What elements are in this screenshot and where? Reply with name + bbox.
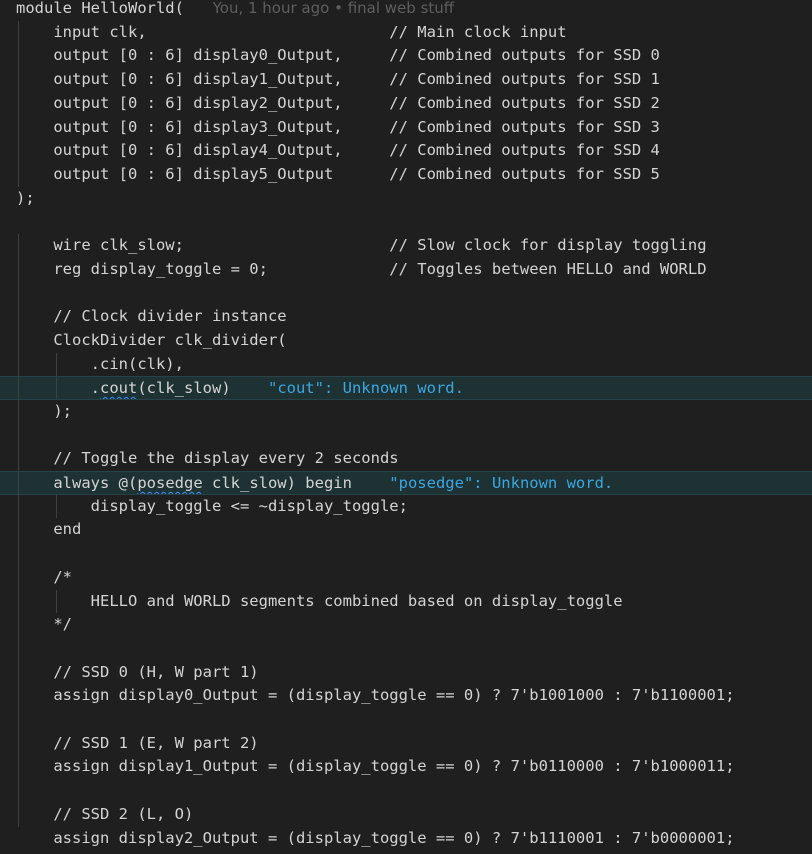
code-line[interactable]: // SSD 1 (E, W part 2) bbox=[0, 732, 812, 756]
code-line[interactable]: input clk, // Main clock input bbox=[0, 21, 812, 45]
code-text: wire clk_slow; // Slow clock for display… bbox=[16, 236, 707, 254]
code-text: assign display1_Output = (display_toggle… bbox=[16, 757, 735, 776]
code-text: module HelloWorld( bbox=[16, 0, 184, 17]
code-line[interactable]: end bbox=[0, 518, 812, 542]
code-text: HELLO and WORLD segments combined based … bbox=[16, 591, 623, 610]
code-line[interactable]: assign display0_Output = (display_toggle… bbox=[0, 684, 812, 708]
misspelled-word[interactable]: cout bbox=[100, 379, 137, 397]
code-line[interactable]: wire clk_slow; // Slow clock for display… bbox=[0, 234, 812, 258]
indent-guide bbox=[18, 20, 19, 187]
code-text: // Toggle the display every 2 seconds bbox=[16, 449, 399, 468]
code-text: // SSD 1 (E, W part 2) bbox=[16, 733, 259, 752]
code-line[interactable]: // SSD 2 (L, O) bbox=[0, 803, 812, 827]
code-line[interactable]: output [0 : 6] display0_Output, // Combi… bbox=[0, 44, 812, 68]
code-text: assign display2_Output = (display_toggle… bbox=[16, 828, 735, 847]
misspelled-word[interactable]: posedge bbox=[137, 474, 202, 492]
code-line[interactable]: */ bbox=[0, 613, 812, 637]
code-line[interactable]: /* bbox=[0, 566, 812, 590]
code-line[interactable]: display_toggle <= ~display_toggle; bbox=[0, 495, 812, 519]
code-line[interactable]: output [0 : 6] display5_Output // Combin… bbox=[0, 163, 812, 187]
code-line[interactable]: ); bbox=[0, 187, 812, 211]
spell-check-diagnostic: "posedge": Unknown word. bbox=[389, 474, 614, 492]
spell-check-diagnostic: "cout": Unknown word. bbox=[267, 379, 464, 398]
indent-guide bbox=[56, 589, 57, 614]
code-line[interactable]: output [0 : 6] display3_Output, // Combi… bbox=[0, 116, 812, 140]
code-line[interactable] bbox=[0, 708, 812, 732]
code-text: output [0 : 6] display3_Output, // Combi… bbox=[16, 117, 660, 136]
code-line[interactable]: .cin(clk), bbox=[0, 353, 812, 377]
code-text: .cin(clk), bbox=[16, 354, 184, 373]
code-line[interactable] bbox=[0, 281, 812, 305]
code-text: display_toggle <= ~display_toggle; bbox=[16, 496, 408, 515]
code-line[interactable]: // Toggle the display every 2 seconds bbox=[0, 447, 812, 471]
code-line[interactable]: reg display_toggle = 0; // Toggles betwe… bbox=[0, 258, 812, 282]
code-line[interactable]: output [0 : 6] display1_Output, // Combi… bbox=[0, 68, 812, 92]
code-line[interactable] bbox=[0, 424, 812, 448]
code-text: // SSD 0 (H, W part 1) bbox=[16, 662, 259, 681]
code-line[interactable] bbox=[0, 637, 812, 661]
code-line[interactable]: // Clock divider instance bbox=[0, 305, 812, 329]
code-text: output [0 : 6] display2_Output, // Combi… bbox=[16, 93, 660, 112]
code-line-highlighted[interactable]: always @(posedge clk_slow) begin "posedg… bbox=[0, 471, 812, 495]
code-editor[interactable]: module HelloWorld( You, 1 hour ago • fin… bbox=[0, 0, 812, 854]
code-text: // SSD 2 (L, O) bbox=[16, 804, 194, 823]
code-text: ); bbox=[16, 188, 35, 207]
code-text: output [0 : 6] display4_Output, // Combi… bbox=[16, 141, 660, 160]
code-text: . bbox=[16, 379, 100, 398]
code-line[interactable] bbox=[0, 210, 812, 234]
code-line[interactable]: output [0 : 6] display4_Output, // Combi… bbox=[0, 139, 812, 163]
indent-guide bbox=[56, 352, 57, 400]
code-text: output [0 : 6] display5_Output // Combin… bbox=[16, 164, 660, 183]
code-text: output [0 : 6] display0_Output, // Combi… bbox=[16, 46, 660, 65]
code-text: clk_slow) begin bbox=[202, 474, 390, 492]
git-blame-annotation: You, 1 hour ago • final web stuff bbox=[183, 0, 455, 17]
code-line[interactable]: ClockDivider clk_divider( bbox=[0, 329, 812, 353]
code-text: output [0 : 6] display1_Output, // Combi… bbox=[16, 70, 660, 89]
code-line[interactable]: // SSD 0 (H, W part 1) bbox=[0, 661, 812, 685]
code-text: input clk, // Main clock input bbox=[16, 22, 567, 41]
code-line[interactable]: ); bbox=[0, 400, 812, 424]
code-line[interactable]: module HelloWorld( You, 1 hour ago • fin… bbox=[0, 0, 812, 21]
indent-guide bbox=[56, 494, 57, 519]
code-line[interactable]: HELLO and WORLD segments combined based … bbox=[0, 590, 812, 614]
code-line[interactable]: assign display2_Output = (display_toggle… bbox=[0, 827, 812, 851]
code-text: */ bbox=[16, 615, 72, 634]
code-text: ); bbox=[16, 401, 72, 420]
indent-guide bbox=[18, 234, 19, 827]
code-text: (clk_slow) bbox=[137, 379, 268, 398]
code-text: reg display_toggle = 0; // Toggles betwe… bbox=[16, 259, 707, 278]
code-text: /* bbox=[16, 567, 72, 586]
code-text: assign display0_Output = (display_toggle… bbox=[16, 686, 735, 705]
code-line-highlighted[interactable]: .cout(clk_slow) "cout": Unknown word. bbox=[0, 376, 812, 400]
code-text: ClockDivider clk_divider( bbox=[16, 330, 287, 349]
code-line[interactable]: assign display1_Output = (display_toggle… bbox=[0, 755, 812, 779]
code-line[interactable]: output [0 : 6] display2_Output, // Combi… bbox=[0, 92, 812, 116]
code-text: // Clock divider instance bbox=[16, 307, 287, 326]
code-line[interactable] bbox=[0, 779, 812, 803]
code-text: always @( bbox=[16, 474, 138, 492]
code-line[interactable] bbox=[0, 542, 812, 566]
code-text: end bbox=[16, 520, 82, 539]
